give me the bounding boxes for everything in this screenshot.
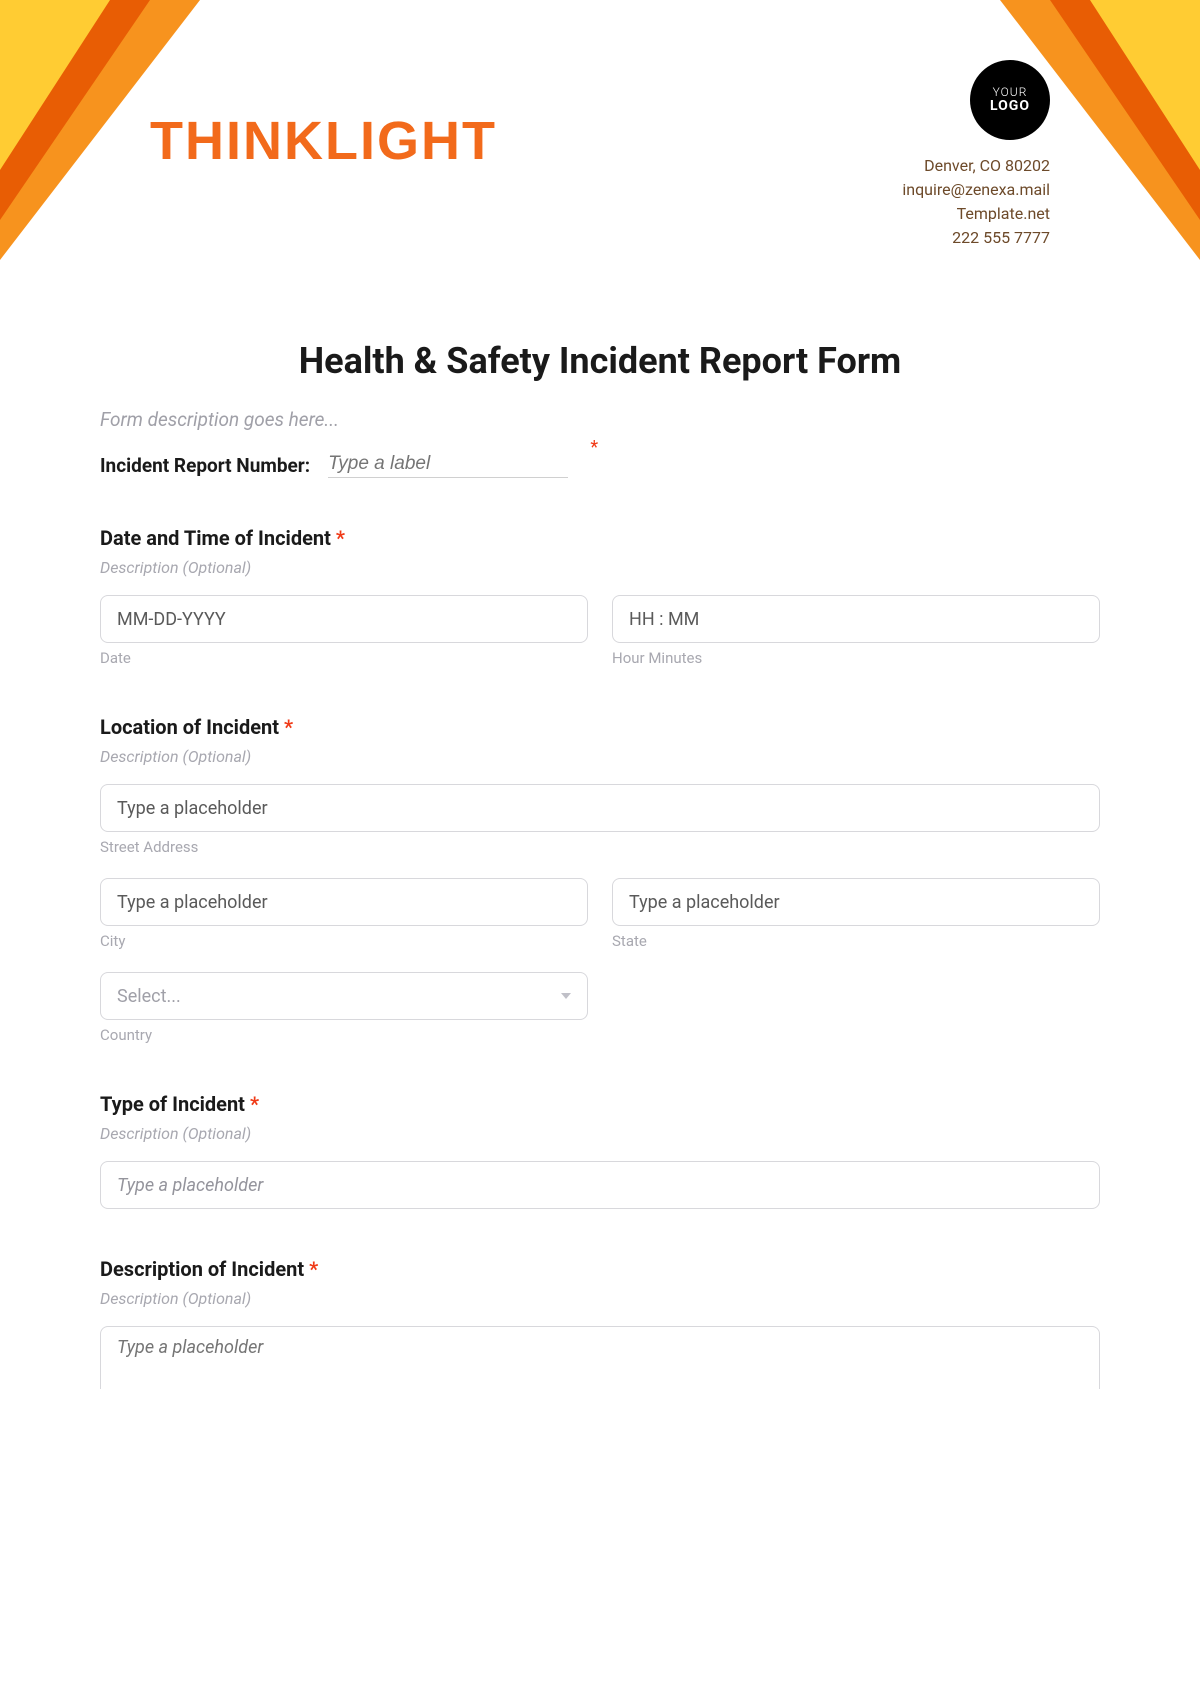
form-title: Health & Safety Incident Report Form bbox=[100, 340, 1100, 382]
time-sublabel: Hour Minutes bbox=[612, 649, 1100, 667]
location-optional[interactable]: Description (Optional) bbox=[100, 747, 1100, 766]
country-sublabel: Country bbox=[100, 1026, 588, 1044]
required-marker: * bbox=[309, 1257, 318, 1281]
section-date-time: Date and Time of Incident * Description … bbox=[100, 526, 1100, 667]
required-marker: * bbox=[336, 526, 345, 550]
required-marker: * bbox=[250, 1092, 259, 1116]
street-address-input[interactable] bbox=[100, 784, 1100, 832]
required-marker: * bbox=[590, 437, 598, 458]
form-body: Health & Safety Incident Report Form For… bbox=[0, 260, 1200, 1441]
type-optional[interactable]: Description (Optional) bbox=[100, 1124, 1100, 1143]
country-select[interactable]: Select... bbox=[100, 972, 588, 1020]
company-email: inquire@zenexa.mail bbox=[902, 178, 1050, 202]
company-phone: 222 555 7777 bbox=[902, 226, 1050, 250]
incident-date-input[interactable] bbox=[100, 595, 588, 643]
section-description: Description of Incident * Description (O… bbox=[100, 1257, 1100, 1393]
section-location: Location of Incident * Description (Opti… bbox=[100, 715, 1100, 1044]
incident-type-input[interactable] bbox=[100, 1161, 1100, 1209]
description-optional[interactable]: Description (Optional) bbox=[100, 1289, 1100, 1308]
street-sublabel: Street Address bbox=[100, 838, 1100, 856]
date-sublabel: Date bbox=[100, 649, 588, 667]
state-input[interactable] bbox=[612, 878, 1100, 926]
incident-number-input[interactable] bbox=[328, 453, 568, 475]
incident-number-label: Incident Report Number: bbox=[100, 454, 310, 477]
company-info: YOUR LOGO Denver, CO 80202 inquire@zenex… bbox=[902, 60, 1050, 250]
type-label: Type of Incident * bbox=[100, 1092, 1100, 1116]
incident-description-textarea[interactable] bbox=[100, 1326, 1100, 1389]
letterhead-header: THINKLIGHT YOUR LOGO Denver, CO 80202 in… bbox=[0, 0, 1200, 260]
logo-placeholder: YOUR LOGO bbox=[970, 60, 1050, 140]
logo-text-bottom: LOGO bbox=[990, 99, 1030, 114]
description-label: Description of Incident * bbox=[100, 1257, 1100, 1281]
company-site: Template.net bbox=[902, 202, 1050, 226]
date-time-optional[interactable]: Description (Optional) bbox=[100, 558, 1100, 577]
section-type: Type of Incident * Description (Optional… bbox=[100, 1092, 1100, 1209]
company-address: Denver, CO 80202 bbox=[902, 154, 1050, 178]
city-input[interactable] bbox=[100, 878, 588, 926]
logo-text-top: YOUR bbox=[993, 86, 1028, 99]
required-marker: * bbox=[284, 715, 293, 739]
country-select-placeholder: Select... bbox=[117, 986, 181, 1007]
city-sublabel: City bbox=[100, 932, 588, 950]
incident-number-row: Incident Report Number: * bbox=[100, 453, 1100, 478]
state-sublabel: State bbox=[612, 932, 1100, 950]
location-label: Location of Incident * bbox=[100, 715, 1100, 739]
form-description-placeholder[interactable]: Form description goes here... bbox=[100, 408, 1100, 431]
date-time-label: Date and Time of Incident * bbox=[100, 526, 1100, 550]
incident-time-input[interactable] bbox=[612, 595, 1100, 643]
brand-name: THINKLIGHT bbox=[150, 110, 497, 172]
